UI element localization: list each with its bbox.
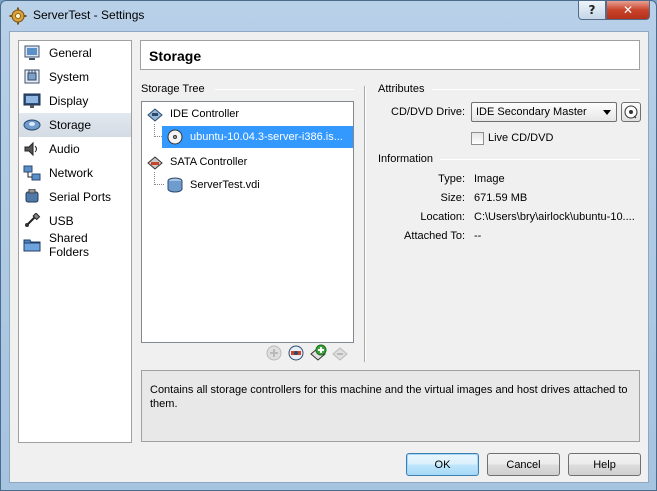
add-controller-icon[interactable] <box>287 344 305 362</box>
sidebar-item-label: Shared Folders <box>49 231 90 259</box>
usb-icon <box>25 213 41 227</box>
audio-icon <box>24 141 37 157</box>
sidebar-item-general[interactable]: General <box>19 41 131 65</box>
location-value: C:\Users\bry\airlock\ubuntu-10.... <box>474 211 635 223</box>
serial-ports-icon <box>25 189 39 203</box>
sidebar-item-shared-folders[interactable]: Shared Folders <box>19 231 131 259</box>
settings-window: ServerTest - Settings ? ✕ General System… <box>0 0 657 491</box>
tree-item-sata-attachment[interactable]: ServerTest.vdi <box>162 174 260 196</box>
tree-item-sata-controller[interactable]: SATA Controller <box>146 151 247 173</box>
storage-icon <box>23 119 41 131</box>
optical-disc-icon <box>167 129 183 145</box>
description-panel: Contains all storage controllers for thi… <box>141 370 640 442</box>
display-icon <box>23 93 41 108</box>
information-divider <box>440 159 640 160</box>
general-icon <box>24 45 40 60</box>
cd-dvd-drive-value: IDE Secondary Master <box>476 106 587 118</box>
live-cd-checkbox[interactable] <box>471 132 484 145</box>
ide-controller-icon <box>147 108 163 122</box>
help-caption-button[interactable]: ? <box>578 1 606 20</box>
attributes-divider <box>432 89 640 90</box>
gear-icon <box>9 7 27 25</box>
sidebar-item-audio[interactable]: Audio <box>19 137 131 161</box>
close-button[interactable]: ✕ <box>606 1 650 20</box>
sidebar-item-display[interactable]: Display <box>19 89 131 113</box>
cd-dvd-drive-label: CD/DVD Drive: <box>391 106 465 118</box>
window-title: ServerTest - Settings <box>33 8 145 22</box>
live-cd-label: Live CD/DVD <box>488 132 554 144</box>
sidebar-item-label: USB <box>49 214 74 228</box>
location-label: Location: <box>420 211 465 223</box>
attached-to-value: -- <box>474 230 482 242</box>
attributes-label: Attributes <box>378 83 425 95</box>
remove-attachment-icon[interactable] <box>331 344 349 362</box>
sidebar-item-label: Storage <box>49 118 92 132</box>
sidebar-item-label: Serial Ports <box>49 190 112 204</box>
sata-controller-label: SATA Controller <box>170 156 248 168</box>
attached-to-label: Attached To: <box>404 230 465 242</box>
sata-attachment-label: ServerTest.vdi <box>190 179 260 191</box>
ide-controller-label: IDE Controller <box>170 108 240 120</box>
dialog-client-area: General System Display Storage Audio Net… <box>9 31 649 483</box>
add-disk-icon[interactable] <box>309 344 327 362</box>
vertical-splitter[interactable] <box>364 86 366 362</box>
title-bar[interactable]: ServerTest - Settings ? ✕ <box>1 1 656 31</box>
system-icon <box>24 69 40 84</box>
settings-sidebar: General System Display Storage Audio Net… <box>18 40 132 443</box>
sata-controller-icon <box>147 156 163 170</box>
caption-buttons: ? ✕ <box>578 1 650 21</box>
sidebar-item-storage[interactable]: Storage <box>19 113 131 137</box>
sidebar-item-label: General <box>49 46 92 60</box>
chevron-down-icon <box>603 110 611 115</box>
sidebar-item-system[interactable]: System <box>19 65 131 89</box>
sidebar-item-usb[interactable]: USB <box>19 209 131 233</box>
sidebar-item-network[interactable]: Network <box>19 161 131 185</box>
shared-folders-icon <box>23 239 41 252</box>
storage-tree-label: Storage Tree <box>141 83 205 95</box>
type-label: Type: <box>438 173 465 185</box>
add-attachment-icon[interactable] <box>265 344 283 362</box>
storage-tree[interactable]: IDE Controller ubuntu-10.04.3-server-i38… <box>141 101 354 343</box>
sidebar-item-label: System <box>49 70 90 84</box>
cancel-button[interactable]: Cancel <box>487 453 560 476</box>
choose-disc-button[interactable] <box>621 102 641 122</box>
page-title: Storage <box>140 40 640 70</box>
ok-button[interactable]: OK <box>406 453 479 476</box>
hard-disk-icon <box>167 177 183 193</box>
tree-item-ide-attachment[interactable]: ubuntu-10.04.3-server-i386.is... <box>162 126 353 148</box>
tree-item-ide-controller[interactable]: IDE Controller <box>146 103 239 125</box>
information-label: Information <box>378 153 434 165</box>
size-label: Size: <box>440 192 465 204</box>
sidebar-item-label: Display <box>49 94 89 108</box>
optical-disc-icon <box>624 105 638 119</box>
sidebar-item-label: Network <box>49 166 94 180</box>
storage-tree-divider <box>215 89 354 90</box>
tree-toolbar <box>265 344 349 362</box>
sidebar-item-serial-ports[interactable]: Serial Ports <box>19 185 131 209</box>
network-icon <box>23 165 41 181</box>
sidebar-item-label: Audio <box>49 142 80 156</box>
ide-attachment-label: ubuntu-10.04.3-server-i386.is... <box>190 131 343 143</box>
cd-dvd-drive-select[interactable]: IDE Secondary Master <box>471 102 617 122</box>
size-value: 671.59 MB <box>474 192 528 204</box>
help-button[interactable]: Help <box>568 453 641 476</box>
type-value: Image <box>474 173 505 185</box>
